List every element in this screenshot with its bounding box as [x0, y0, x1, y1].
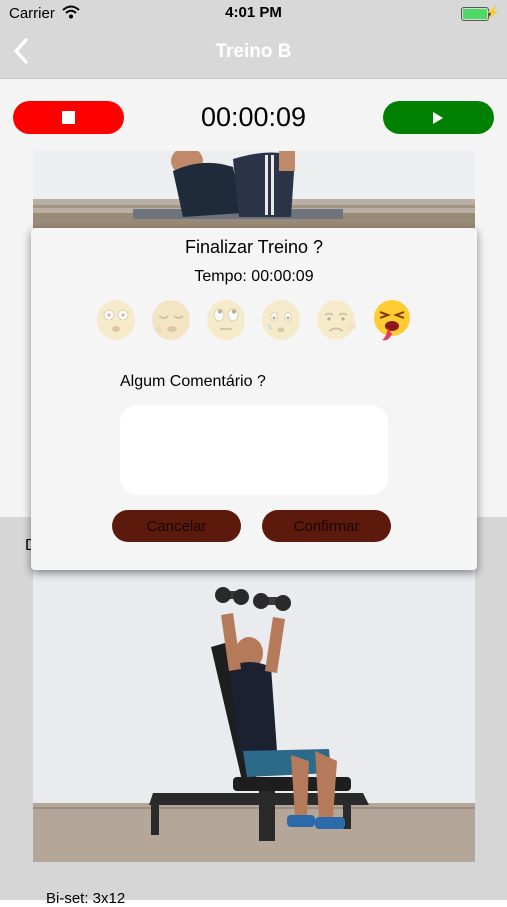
stop-button[interactable] — [13, 101, 124, 134]
play-button[interactable] — [383, 101, 494, 134]
sad-face-icon[interactable] — [315, 298, 357, 342]
status-time: 4:01 PM — [225, 4, 282, 21]
stop-icon — [62, 111, 75, 124]
exercise-image-dumbbell-press — [33, 555, 475, 862]
page-title: Treino B — [215, 41, 292, 62]
comment-input[interactable] — [120, 405, 388, 495]
exercise-image-crunch — [33, 151, 475, 231]
timer-display: 00:00:09 — [200, 102, 307, 132]
worried-face-icon[interactable] — [260, 298, 302, 342]
exhausted-face-icon[interactable] — [370, 298, 412, 342]
nav-bar: Treino B — [0, 28, 507, 79]
dizzy-face-icon[interactable] — [95, 298, 137, 342]
comment-label: Algum Comentário ? — [120, 373, 266, 390]
sleepy-face-icon[interactable] — [150, 298, 192, 342]
rolling-eyes-face-icon[interactable] — [205, 298, 247, 342]
timer-bar: 00:00:09 — [0, 79, 507, 151]
finish-workout-dialog: Finalizar Treino ? Tempo: 00:00:09 Algum… — [31, 228, 477, 570]
mood-selector — [95, 298, 415, 342]
status-bar: Carrier 4:01 PM ⚡ — [0, 0, 507, 28]
exercise-label: Bi-set: 3x12 — [46, 890, 126, 907]
charging-icon: ⚡ — [485, 5, 500, 19]
play-icon — [433, 112, 443, 124]
cancel-button[interactable]: Cancelar — [112, 510, 241, 542]
dialog-title: Finalizar Treino ? — [184, 237, 324, 257]
confirm-button[interactable]: Confirmar — [262, 510, 391, 542]
workout-time-label: Tempo: 00:00:09 — [194, 268, 314, 285]
